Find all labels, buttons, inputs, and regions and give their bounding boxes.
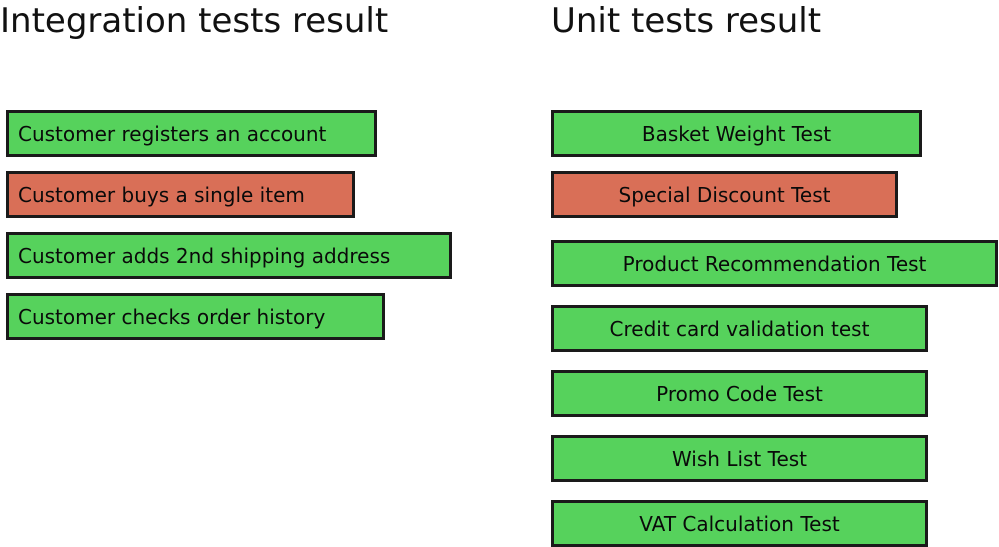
test-result-label: Special Discount Test (618, 182, 831, 207)
test-result-label: Product Recommendation Test (622, 251, 927, 276)
test-result-item[interactable]: Customer checks order history (6, 293, 385, 340)
integration-tests-column: Integration tests result Customer regist… (0, 0, 540, 340)
test-result-label: Customer registers an account (18, 121, 327, 146)
test-result-item[interactable]: VAT Calculation Test (551, 500, 928, 547)
test-result-item[interactable]: Customer buys a single item (6, 171, 355, 218)
test-result-item[interactable]: Wish List Test (551, 435, 928, 482)
test-result-item[interactable]: Product Recommendation Test (551, 240, 998, 287)
integration-tests-title: Integration tests result (0, 1, 389, 41)
test-result-item[interactable]: Customer adds 2nd shipping address (6, 232, 452, 279)
test-results-board: Integration tests result Customer regist… (0, 0, 999, 547)
test-result-item[interactable]: Basket Weight Test (551, 110, 922, 157)
test-result-item[interactable]: Special Discount Test (551, 171, 898, 218)
unit-tests-title: Unit tests result (551, 1, 822, 41)
test-result-label: Promo Code Test (656, 381, 823, 406)
test-result-item[interactable]: Credit card validation test (551, 305, 928, 352)
unit-tests-column: Unit tests result Basket Weight Test Spe… (551, 0, 999, 547)
test-result-label: Wish List Test (671, 446, 808, 471)
test-result-label: Customer checks order history (18, 304, 326, 329)
test-result-label: Credit card validation test (609, 316, 870, 341)
test-result-item[interactable]: Promo Code Test (551, 370, 928, 417)
test-result-label: VAT Calculation Test (639, 511, 840, 536)
test-result-label: Customer buys a single item (18, 182, 305, 207)
test-result-item[interactable]: Customer registers an account (6, 110, 377, 157)
test-result-label: Customer adds 2nd shipping address (18, 243, 391, 268)
test-result-label: Basket Weight Test (641, 121, 832, 146)
